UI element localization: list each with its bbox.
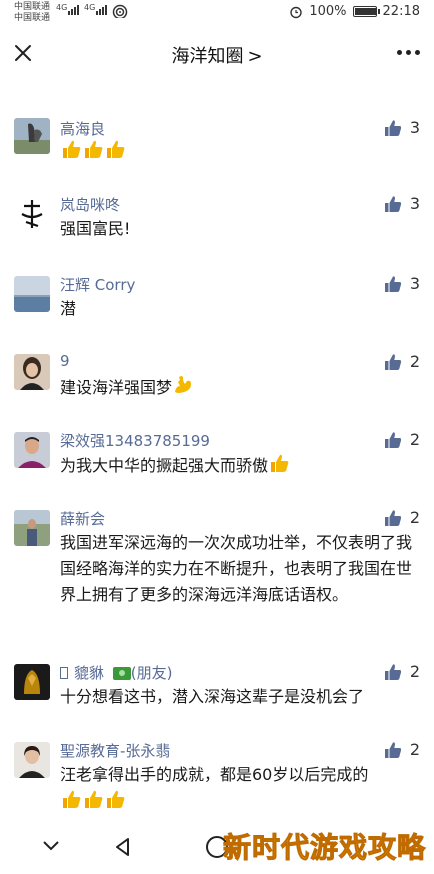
like-button[interactable]: 3: [384, 274, 420, 293]
thumbs-up-icon: [384, 741, 401, 758]
watermark: 新时代游戏攻略: [222, 831, 426, 865]
header: 海洋知圈 >: [0, 28, 434, 78]
thumbs-up-icon: [384, 663, 401, 680]
like-button[interactable]: 3: [384, 194, 420, 213]
avatar[interactable]: [14, 742, 50, 778]
battery-fill: [354, 8, 377, 15]
comment-text: 为我大中华的撅起强大而骄傲: [60, 452, 415, 482]
battery-icon: [352, 6, 380, 17]
commenter-name[interactable]: 汪辉 Corry: [60, 274, 135, 295]
alarm-icon: [290, 6, 303, 18]
comment-text: 强国富民!: [60, 219, 131, 238]
comment-text-body: 为我大中华的撅起强大而骄傲: [60, 456, 269, 475]
like-count: 3: [409, 274, 420, 293]
placeholder-glyph-icon: [60, 667, 68, 679]
thumbs-up-icon: [384, 119, 401, 136]
like-count: 3: [409, 194, 420, 213]
like-button[interactable]: 2: [384, 740, 420, 759]
carrier-2: 中国联通: [14, 13, 51, 23]
thumbs-up-emoji: [104, 138, 126, 168]
commenter-name[interactable]: 9: [60, 352, 70, 370]
commenter-name[interactable]: 高海良: [60, 118, 105, 139]
money-icon: [112, 667, 131, 680]
comment-text-body: 建设海洋强国梦: [60, 378, 173, 397]
like-button[interactable]: 2: [384, 662, 420, 681]
comment-text: [60, 138, 415, 168]
battery-percent: 100%: [309, 4, 347, 19]
like-count: 2: [409, 662, 420, 681]
thumbs-up-emoji: [82, 788, 104, 818]
title-chevron-icon: >: [247, 46, 263, 67]
thumbs-up-icon: [384, 353, 401, 370]
network-type: 4G: [56, 2, 67, 13]
avatar[interactable]: [14, 354, 50, 390]
like-count: 2: [409, 740, 420, 759]
status-bar: 中国联通 中国联通 4G 4G 100% 22:18: [0, 0, 434, 28]
like-count: 2: [409, 508, 420, 527]
commenter-name-text: 貔貅: [74, 664, 105, 682]
comment-text: 十分想看这书，潜入深海这辈子是没机会了: [60, 687, 365, 706]
like-button[interactable]: 3: [384, 118, 420, 137]
wifi-icon: [112, 4, 128, 18]
thumbs-up-icon: [384, 509, 401, 526]
network-type-1: 4G: [56, 3, 68, 12]
more-options-icon[interactable]: [397, 50, 420, 55]
thumbs-up-emoji: [60, 788, 82, 818]
thumbs-up-emoji: [268, 452, 290, 482]
thumbs-up-emoji: [82, 138, 104, 168]
thumbs-up-emoji: [60, 138, 82, 168]
commenter-name[interactable]: 薛新会: [60, 508, 105, 529]
clock: 22:18: [382, 4, 420, 19]
thumbs-up-icon: [384, 275, 401, 292]
page-title-text: 海洋知圈: [171, 46, 244, 67]
avatar[interactable]: [14, 118, 50, 154]
avatar[interactable]: [14, 432, 50, 468]
carrier-1: 中国联通: [14, 2, 51, 12]
muscle-emoji: [172, 374, 194, 404]
carrier-info: 中国联通 中国联通: [14, 2, 50, 24]
page-title[interactable]: 海洋知圈 >: [0, 42, 434, 68]
like-count: 2: [409, 352, 420, 371]
signal-icon: [68, 5, 79, 15]
avatar[interactable]: [14, 276, 50, 312]
like-count: 3: [409, 118, 420, 137]
thumbs-up-icon: [384, 195, 401, 212]
status-right: 100% 22:18: [289, 4, 420, 19]
like-button[interactable]: 2: [384, 430, 420, 449]
avatar[interactable]: [14, 196, 50, 232]
clipped-previous-text: [60, 72, 200, 80]
avatar[interactable]: [14, 664, 50, 700]
comment-text: 建设海洋强国梦: [60, 374, 415, 404]
comment-text: 汪老拿得出手的成就，都是60岁以后完成的: [60, 762, 415, 818]
signal-icon-2: [96, 5, 107, 15]
commenter-name[interactable]: 聖源教育-张永翡: [60, 740, 170, 761]
like-button[interactable]: 2: [384, 508, 420, 527]
comment-text: 潜: [60, 299, 77, 318]
friend-tag: (朋友): [130, 664, 173, 682]
back-icon[interactable]: [112, 836, 134, 858]
commenter-name[interactable]: 貔貅 (朋友): [60, 662, 173, 683]
thumbs-up-emoji: [104, 788, 126, 818]
commenter-name[interactable]: 梁效强13483785199: [60, 430, 210, 451]
comment-text-body: 汪老拿得出手的成就，都是60岁以后完成的: [60, 765, 369, 784]
network-type-second: 4G: [84, 2, 95, 13]
comment-text: 我国进军深远海的一次次成功壮举，不仅表明了我国经略海洋的实力在不断提升，也表明了…: [60, 533, 413, 604]
avatar[interactable]: [14, 510, 50, 546]
thumbs-up-icon: [384, 431, 401, 448]
like-button[interactable]: 2: [384, 352, 420, 371]
like-count: 2: [409, 430, 420, 449]
chevron-down-icon[interactable]: [40, 838, 62, 854]
commenter-name[interactable]: 岚岛咪咚: [60, 194, 120, 215]
network-type-2: 4G: [84, 3, 96, 12]
